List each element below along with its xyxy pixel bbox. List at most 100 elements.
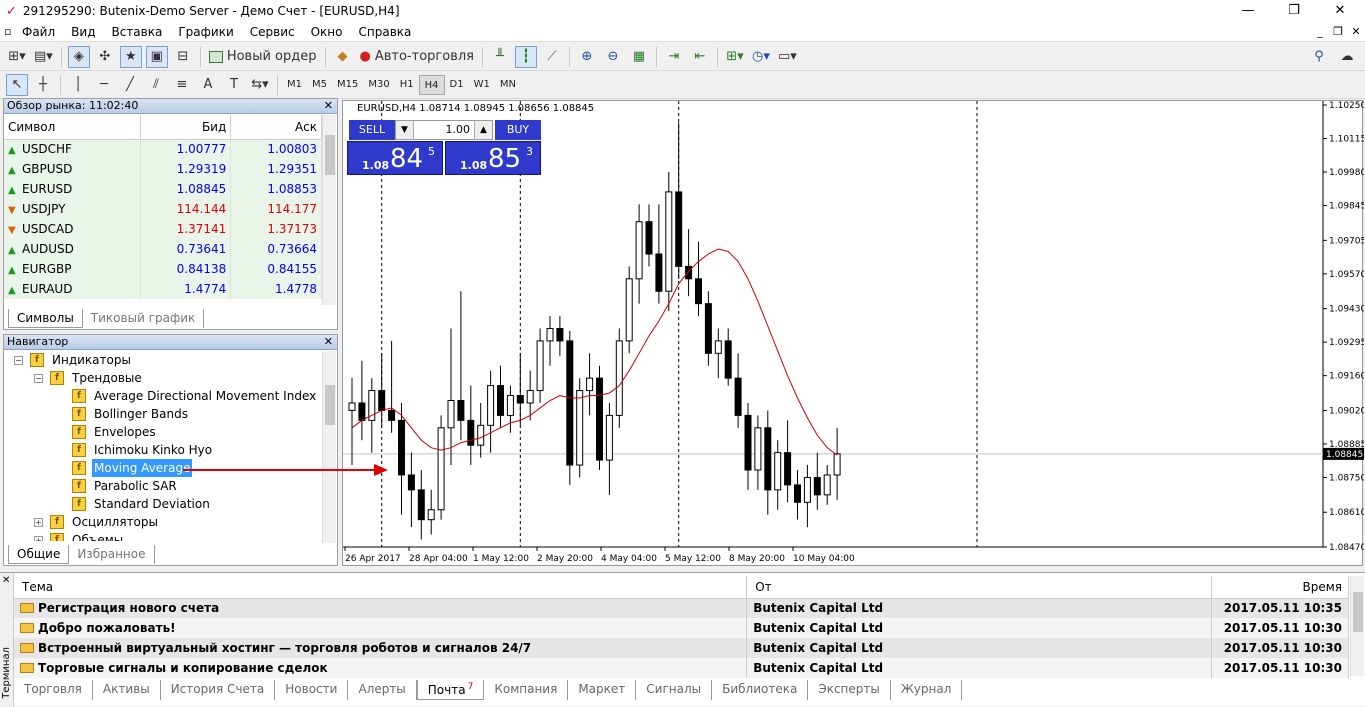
terminal-tab[interactable]: Журнал (891, 680, 963, 700)
expand-icon[interactable]: + (34, 536, 43, 541)
candlestick-icon[interactable]: ┇ (514, 45, 537, 68)
column-bid[interactable]: Бид (140, 115, 232, 140)
mail-row[interactable]: Встроенный виртуальный хостинг — торговл… (14, 638, 1349, 658)
market-watch-row[interactable]: ▲ USDCHF 1.00777 1.00803 (4, 139, 322, 159)
terminal-scrollbar[interactable] (1350, 576, 1364, 676)
terminal-tab[interactable]: Библиотека (712, 680, 809, 700)
close-button[interactable]: ✕ (1317, 0, 1363, 22)
indicators-icon[interactable]: ⊞▾ (724, 46, 746, 68)
terminal-icon[interactable]: ▣ (145, 45, 168, 68)
equidistant-channel-icon[interactable]: ⫽ (145, 74, 167, 96)
menu-help[interactable]: Справка (351, 25, 420, 39)
text-label-icon[interactable]: T (223, 74, 245, 96)
autotrading-button[interactable]: ● Авто-торговля (358, 46, 476, 68)
lot-input[interactable]: 1.00 (446, 123, 471, 136)
child-restore-button[interactable]: ❐ (1329, 22, 1347, 42)
text-icon[interactable]: A (197, 74, 219, 96)
lot-decrease-button[interactable]: ▼ (396, 121, 414, 139)
tree-node-indicator[interactable]: f Parabolic SAR (4, 477, 322, 495)
line-chart-icon[interactable]: ⟋ (541, 46, 563, 68)
timeframe-h4[interactable]: H4 (418, 74, 445, 95)
timeframe-m1[interactable]: M1 (282, 75, 307, 95)
close-icon[interactable]: ✕ (2, 575, 10, 586)
terminal-tab[interactable]: История Счета (161, 680, 276, 700)
close-icon[interactable]: ✕ (324, 99, 333, 113)
tester-icon[interactable]: ⊟ (172, 46, 194, 68)
timeframe-w1[interactable]: W1 (469, 75, 495, 95)
timeframe-m5[interactable]: M5 (307, 75, 332, 95)
data-window-icon[interactable]: ✣ (94, 46, 116, 68)
tile-windows-icon[interactable]: ▦ (628, 46, 650, 68)
tree-node-volumes[interactable]: + f Объемы (4, 531, 322, 541)
zoom-out-icon[interactable]: ⊖ (602, 46, 624, 68)
new-chart-icon[interactable]: ⊞▾ (6, 46, 28, 68)
terminal-tab[interactable]: Почта 7 (416, 680, 485, 700)
market-watch-row[interactable]: ▲ AUDUSD 0.73641 0.73664 (4, 239, 322, 259)
market-watch-row[interactable]: ▲ EURUSD 1.08845 1.08853 (4, 179, 322, 199)
tab-tick-chart[interactable]: Тиковый график (83, 309, 205, 328)
market-watch-scrollbar[interactable] (322, 115, 336, 305)
restore-button[interactable]: ❐ (1271, 0, 1317, 22)
trendline-icon[interactable]: ╱ (119, 74, 141, 96)
terminal-tab[interactable]: Новости (275, 680, 349, 700)
horizontal-line-icon[interactable]: ─ (93, 74, 115, 96)
menu-window[interactable]: Окно (303, 25, 351, 39)
arrows-icon[interactable]: ⇆▾ (249, 74, 271, 96)
column-from[interactable]: От (746, 576, 1213, 599)
child-close-button[interactable]: ✕ (1347, 22, 1365, 42)
terminal-tab[interactable]: Маркет (568, 680, 637, 700)
buy-button[interactable]: BUY (495, 120, 541, 140)
timeframe-h1[interactable]: H1 (395, 75, 419, 95)
menu-file[interactable]: Файл (14, 25, 63, 39)
market-watch-row[interactable]: ▲ EURGBP 0.84138 0.84155 (4, 259, 322, 279)
minimize-button[interactable]: — (1225, 0, 1271, 22)
profiles-icon[interactable]: ▤▾ (32, 46, 55, 68)
crosshair-icon[interactable]: ┼ (32, 74, 54, 96)
tree-node-indicator[interactable]: f Bollinger Bands (4, 405, 322, 423)
market-watch-row[interactable]: ▲ EURAUD 1.4774 1.4778 (4, 279, 322, 299)
navigator-icon[interactable]: ★ (119, 45, 142, 68)
timeframe-m15[interactable]: M15 (332, 75, 363, 95)
tree-node-trend[interactable]: − f Трендовые (4, 369, 322, 387)
timeframe-m30[interactable]: M30 (363, 75, 394, 95)
mail-row[interactable]: Торговые сигналы и копирование сделок Bu… (14, 658, 1349, 678)
column-time[interactable]: Время (1211, 576, 1349, 599)
menu-tools[interactable]: Сервис (242, 25, 303, 39)
menu-view[interactable]: Вид (63, 25, 103, 39)
mail-row[interactable]: Добро пожаловать! Butenix Capital Ltd 20… (14, 618, 1349, 638)
tree-node-indicator[interactable]: f Envelopes (4, 423, 322, 441)
chat-icon[interactable]: ☁ (1336, 46, 1358, 68)
navigator-scrollbar[interactable] (322, 351, 336, 543)
expand-icon[interactable]: + (34, 518, 43, 527)
chart-window[interactable]: 1.10250 1.10115 1.09980 1.09845 1.09705 1.095… (342, 100, 1364, 566)
menu-insert[interactable]: Вставка (103, 25, 170, 39)
lot-increase-button[interactable]: ▲ (474, 121, 492, 139)
sell-price-button[interactable]: 1.08 84 5 (347, 141, 443, 175)
tab-favorites[interactable]: Избранное (69, 545, 155, 564)
terminal-tab[interactable]: Компания (484, 680, 569, 700)
autoscroll-icon[interactable]: ⇥ (663, 46, 685, 68)
new-order-button[interactable]: Новый ордер (207, 46, 319, 68)
market-watch-icon[interactable]: ◈ (67, 45, 90, 68)
market-watch-row[interactable]: ▼ USDCAD 1.37141 1.37173 (4, 219, 322, 239)
timeframe-d1[interactable]: D1 (445, 75, 469, 95)
mail-row[interactable]: Регистрация нового счета Butenix Capital… (14, 598, 1349, 618)
metaeditor-icon[interactable]: ◆ (332, 46, 354, 68)
terminal-tab[interactable]: Алерты (348, 680, 417, 700)
tab-common[interactable]: Общие (8, 545, 70, 564)
vertical-line-icon[interactable]: │ (67, 74, 89, 96)
terminal-tab[interactable]: Эксперты (808, 680, 891, 700)
close-icon[interactable]: ✕ (324, 335, 333, 349)
tab-symbols[interactable]: Символы (8, 309, 83, 328)
column-ask[interactable]: Аск (230, 115, 322, 140)
column-symbol[interactable]: Символ (4, 115, 141, 140)
menu-charts[interactable]: Графики (170, 25, 241, 39)
child-minimize-button[interactable]: _ (1311, 22, 1329, 42)
fibonacci-icon[interactable]: ≡ (171, 74, 193, 96)
collapse-icon[interactable]: − (14, 356, 23, 365)
tree-node-indicator[interactable]: f Moving Average (4, 459, 322, 477)
tree-node-indicators[interactable]: − f Индикаторы (4, 351, 322, 369)
cursor-icon[interactable]: ↖ (6, 73, 28, 96)
terminal-tab[interactable]: Сигналы (636, 680, 713, 700)
tree-node-indicator[interactable]: f Ichimoku Kinko Hyo (4, 441, 322, 459)
